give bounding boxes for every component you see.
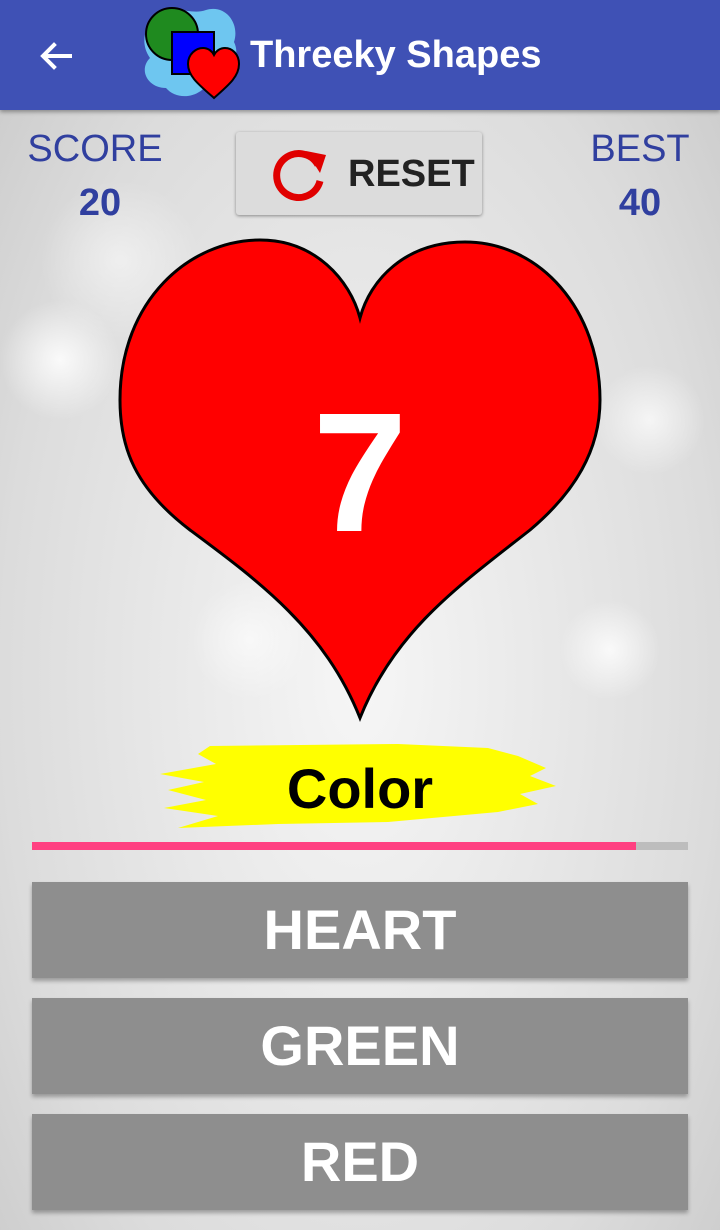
prompt-label: Color	[286, 757, 434, 820]
answer-button-red[interactable]: RED	[32, 1114, 688, 1210]
refresh-icon	[273, 150, 326, 201]
reset-button[interactable]: RESET	[236, 132, 482, 215]
best-label: BEST	[590, 128, 690, 170]
answer-button-heart[interactable]: HEART	[32, 882, 688, 978]
shape-number: 7	[312, 378, 408, 568]
app-title: Threeky Shapes	[250, 34, 542, 76]
score-value: 20	[78, 182, 122, 224]
arrow-left-icon[interactable]	[30, 30, 82, 82]
app-bar: Threeky Shapes	[0, 0, 720, 110]
reset-label: RESET	[348, 153, 475, 195]
score-label: SCORE	[27, 128, 163, 170]
answer-button-green[interactable]: GREEN	[32, 998, 688, 1094]
shapes-logo-icon	[144, 7, 241, 100]
best-value: 40	[618, 182, 662, 224]
timer-bar-fill	[32, 842, 636, 850]
timer-bar	[32, 842, 688, 850]
